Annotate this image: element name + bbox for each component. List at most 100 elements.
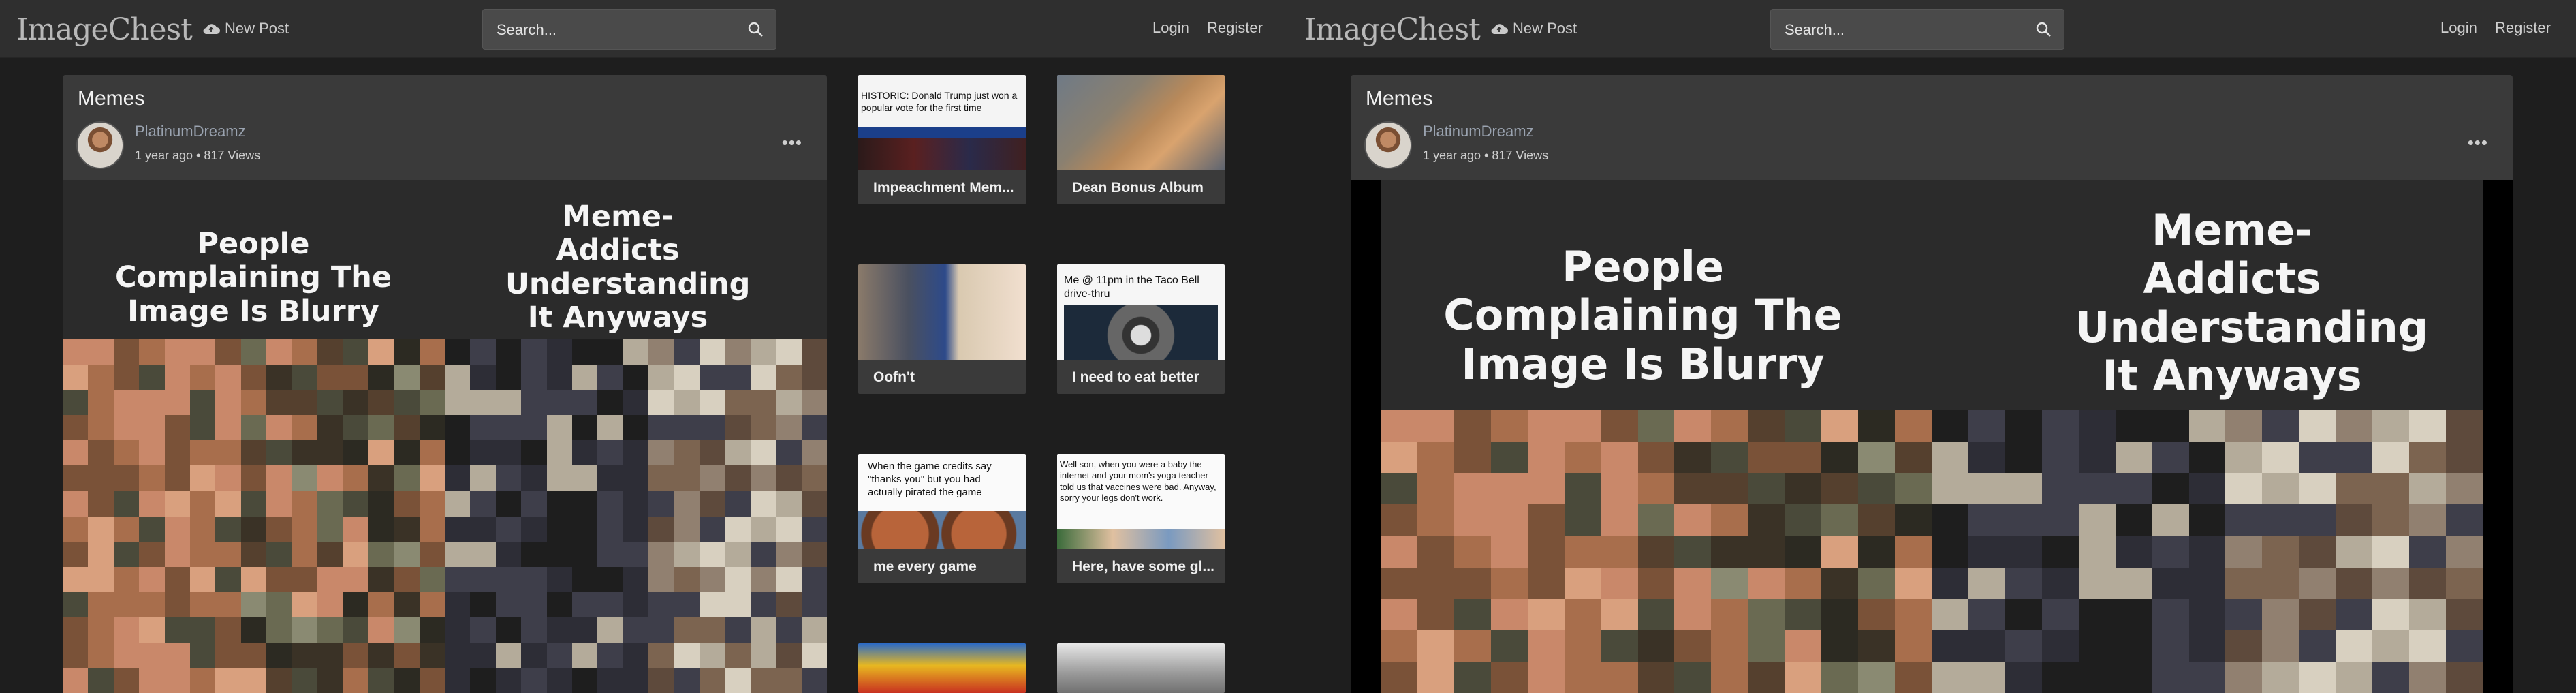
- search-input[interactable]: [495, 10, 729, 50]
- pixel-block: [63, 591, 89, 617]
- pixel-block: [623, 541, 649, 567]
- pixel-block: [88, 339, 114, 365]
- login-link[interactable]: Login: [1152, 19, 1189, 37]
- register-link[interactable]: Register: [2495, 19, 2551, 37]
- pixel-block: [1748, 598, 1785, 630]
- search-input[interactable]: [1783, 10, 2017, 50]
- pixel-block: [1895, 410, 1932, 442]
- pixelated-image: [63, 339, 827, 693]
- pixel-block: [317, 440, 343, 466]
- pixel-block: [2446, 630, 2483, 662]
- related-album-tile[interactable]: Me @ 11pm in the Taco Bell drive-thru I …: [1057, 264, 1225, 394]
- pixel-block: [419, 491, 445, 517]
- pixel-block: [1674, 504, 1712, 536]
- new-post-link[interactable]: New Post: [1490, 20, 1577, 37]
- pixel-block: [2041, 661, 2079, 693]
- pixel-block: [343, 465, 368, 491]
- pixel-block: [1674, 473, 1712, 505]
- pixel-block: [2409, 504, 2447, 536]
- pixel-block: [2299, 630, 2336, 662]
- pixel-block: [2005, 536, 2042, 568]
- pixel-block: [1601, 661, 1638, 693]
- pixel-block: [2446, 536, 2483, 568]
- author-name[interactable]: PlatinumDreamz: [135, 123, 246, 140]
- more-options-button[interactable]: •••: [782, 132, 802, 153]
- pixel-block: [750, 491, 776, 517]
- pixel-block: [2078, 442, 2116, 474]
- pixel-block: [368, 516, 394, 542]
- site-logo[interactable]: ImageChest: [16, 12, 193, 47]
- pixel-block: [1785, 473, 1822, 505]
- search-icon[interactable]: [2035, 21, 2052, 37]
- pixel-block: [2262, 598, 2299, 630]
- browser-window-left: ImageChest New Post Login Register Memes…: [0, 0, 1288, 693]
- pixel-block: [623, 667, 649, 693]
- pixel-block: [2078, 504, 2116, 536]
- pixel-block: [700, 667, 725, 693]
- pixel-block: [700, 491, 725, 517]
- pixel-block: [2152, 536, 2189, 568]
- pixel-block: [546, 566, 572, 592]
- pixel-block: [190, 440, 216, 466]
- pixel-block: [88, 415, 114, 441]
- pixel-block: [1601, 536, 1638, 568]
- pixel-block: [801, 617, 827, 643]
- pixel-block: [2005, 630, 2042, 662]
- pixel-block: [674, 390, 700, 416]
- pixel-block: [2409, 536, 2447, 568]
- related-album-tile[interactable]: When the game credits say "thanks you" b…: [858, 454, 1026, 583]
- pixel-block: [2225, 567, 2263, 599]
- avatar[interactable]: [76, 121, 124, 169]
- new-post-link[interactable]: New Post: [202, 20, 289, 37]
- related-album-tile[interactable]: Oofn't: [858, 264, 1026, 394]
- more-options-button[interactable]: •••: [2468, 132, 2488, 153]
- pixel-block: [2299, 442, 2336, 474]
- pixel-block: [648, 339, 674, 365]
- pixel-block: [521, 617, 547, 643]
- register-link[interactable]: Register: [1207, 19, 1263, 37]
- pixel-block: [1711, 473, 1748, 505]
- pixel-block: [725, 516, 751, 542]
- pixel-block: [801, 491, 827, 517]
- site-logo[interactable]: ImageChest: [1304, 12, 1481, 47]
- pixel-block: [572, 591, 598, 617]
- pixel-block: [495, 642, 522, 668]
- related-album-tile[interactable]: [858, 643, 1026, 693]
- pixel-block: [2152, 598, 2189, 630]
- pixel-block: [190, 491, 216, 517]
- pixel-block: [63, 642, 89, 668]
- search-box: [482, 9, 776, 50]
- pixel-block: [113, 365, 140, 390]
- avatar[interactable]: [1364, 121, 1412, 169]
- pixel-block: [164, 516, 190, 542]
- author-name[interactable]: PlatinumDreamz: [1423, 123, 1534, 140]
- related-album-tile[interactable]: HISTORIC: Donald Trump just won a popula…: [858, 75, 1026, 204]
- pixel-block: [2446, 442, 2483, 474]
- post-image[interactable]: People Complaining The Image Is Blurry M…: [1351, 180, 2513, 693]
- pixel-block: [2372, 661, 2410, 693]
- post-image[interactable]: People Complaining The Image Is Blurry M…: [63, 180, 827, 693]
- pixel-block: [1711, 630, 1748, 662]
- pixel-block: [1564, 630, 1601, 662]
- related-album-tile[interactable]: Dean Bonus Album: [1057, 75, 1225, 204]
- pixel-block: [597, 541, 623, 567]
- pixel-block: [1527, 661, 1565, 693]
- pixel-block: [190, 465, 216, 491]
- pixel-block: [1711, 504, 1748, 536]
- search-icon[interactable]: [747, 21, 764, 37]
- related-album-tile[interactable]: [1057, 643, 1225, 693]
- pixel-block: [1527, 410, 1565, 442]
- pixel-block: [1637, 630, 1675, 662]
- pixel-block: [63, 390, 89, 416]
- pixel-block: [725, 415, 751, 441]
- pixel-block: [215, 440, 241, 466]
- pixel-block: [1527, 567, 1565, 599]
- pixel-block: [164, 365, 190, 390]
- pixel-block: [2115, 536, 2152, 568]
- pixel-block: [725, 566, 751, 592]
- login-link[interactable]: Login: [2440, 19, 2477, 37]
- pixel-block: [2446, 598, 2483, 630]
- pixel-block: [343, 339, 368, 365]
- related-album-tile[interactable]: Well son, when you were a baby the inter…: [1057, 454, 1225, 583]
- pixel-block: [1968, 567, 2005, 599]
